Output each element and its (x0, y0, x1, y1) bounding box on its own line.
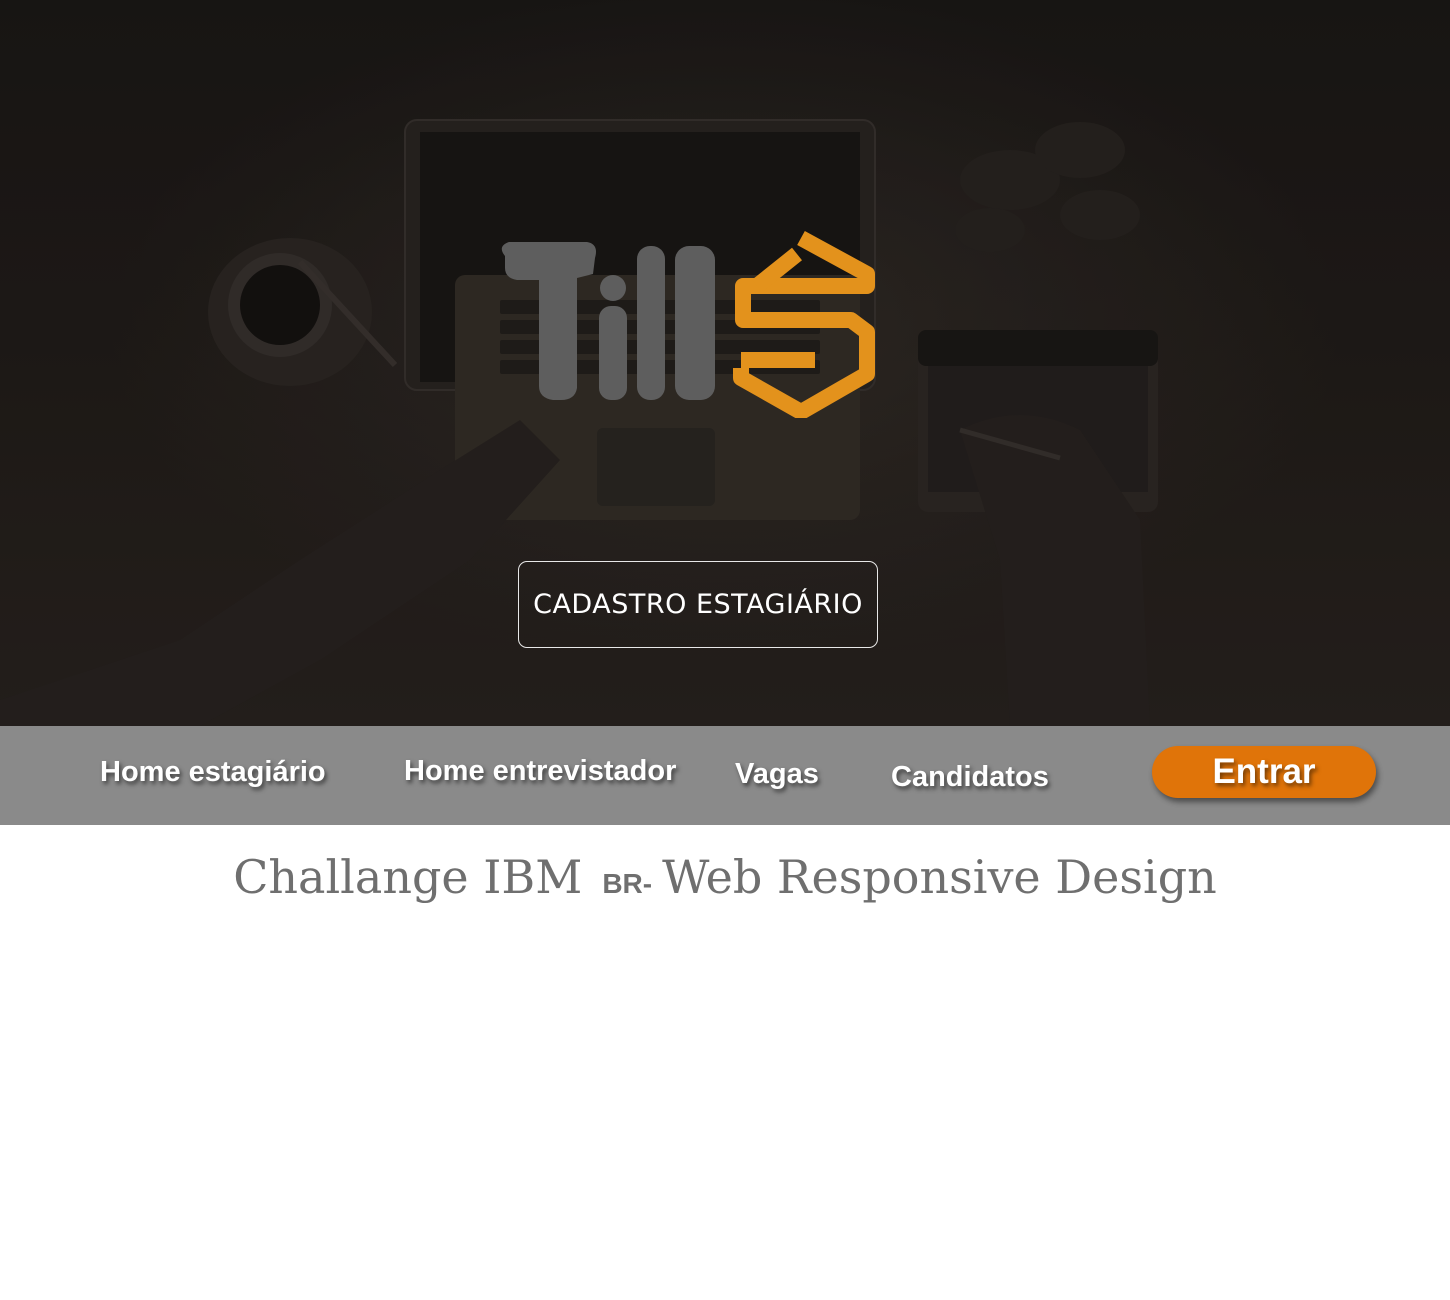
title-part-br: BR- (602, 868, 653, 899)
logo-mark-icon (501, 230, 875, 420)
intern-signup-button[interactable]: CADASTRO ESTAGIÁRIO (518, 561, 878, 648)
nav-candidates[interactable]: Candidatos (891, 761, 1049, 794)
project-title: Challange IBM BR- Web Responsive Design (0, 850, 1450, 904)
tills-logo (495, 228, 875, 420)
nav-home-intern[interactable]: Home estagiário (100, 756, 326, 789)
nav-home-interviewer[interactable]: Home entrevistador (404, 755, 676, 788)
top-navbar: Home estagiário Home entrevistador Vagas… (0, 726, 1450, 825)
nav-jobs[interactable]: Vagas (735, 758, 819, 791)
title-part-challenge: Challange IBM (233, 850, 583, 904)
login-button[interactable]: Entrar (1152, 746, 1376, 798)
title-part-design: Web Responsive Design (662, 850, 1217, 904)
hero-banner: CADASTRO ESTAGIÁRIO (0, 0, 1450, 726)
